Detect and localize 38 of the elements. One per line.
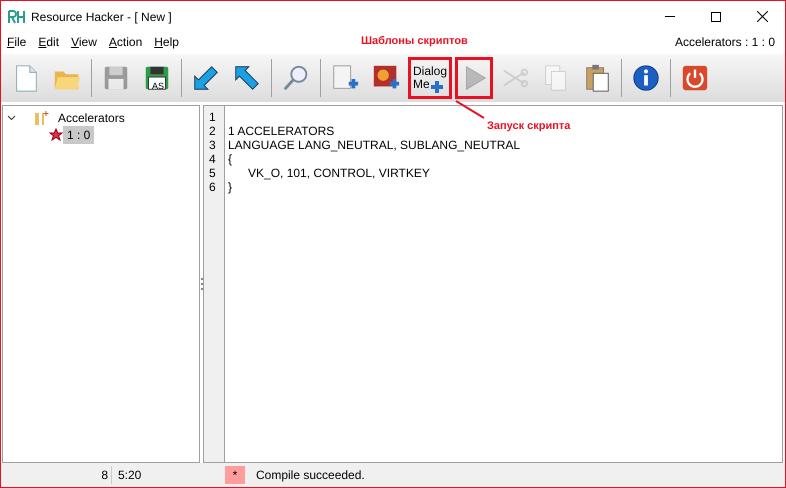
info-icon <box>631 63 661 93</box>
code-line: VK_O, 101, CONTROL, VIRTKEY <box>247 166 430 180</box>
line-number: 4 <box>209 152 217 166</box>
dialog-menu-button[interactable]: Dialog Me <box>408 57 452 99</box>
line-number: 5 <box>209 166 217 180</box>
status-count: 8 <box>100 467 109 484</box>
folder-icon <box>34 110 50 126</box>
app-logo-icon <box>8 10 25 24</box>
power-icon <box>680 63 710 93</box>
star-icon <box>49 128 63 142</box>
menu-item[interactable]: Help <box>148 33 185 51</box>
menu-item[interactable]: Action <box>102 33 148 51</box>
code-line: { <box>228 152 232 166</box>
minimize-icon <box>665 16 675 17</box>
menu-item[interactable]: View <box>65 33 103 51</box>
window-title: Resource Hacker - [ New ] <box>31 8 172 26</box>
resource-label: Accelerators : 1 : 0 <box>674 34 775 51</box>
line-number: 6 <box>209 180 217 194</box>
line-number: 3 <box>209 138 217 152</box>
line-number: 1 <box>209 110 217 124</box>
status-position: 5:20 <box>111 466 221 484</box>
close-icon <box>756 11 768 22</box>
expand-chevron-icon[interactable] <box>7 114 16 120</box>
plus-icon <box>431 81 443 93</box>
tree-item[interactable]: 1 : 0 <box>63 126 94 144</box>
code-line: 1 ACCELERATORS <box>228 124 334 138</box>
menu-item[interactable]: File <box>1 33 32 51</box>
annotation-label: Запуск скрипта <box>487 119 570 134</box>
modified-indicator: * <box>225 466 245 484</box>
annotation-label: Шаблоны скриптов <box>361 34 468 49</box>
menu-item[interactable]: Edit <box>32 33 66 51</box>
line-number: 2 <box>209 124 217 138</box>
code-line: LANGUAGE LANG_NEUTRAL, SUBLANG_NEUTRAL <box>228 138 520 152</box>
maximize-icon <box>711 12 721 22</box>
save-as-button[interactable]: AS <box>138 57 176 99</box>
status-message: Compile succeeded. <box>256 467 365 484</box>
code-line: } <box>228 180 232 194</box>
tree-item[interactable]: Accelerators <box>54 108 129 126</box>
